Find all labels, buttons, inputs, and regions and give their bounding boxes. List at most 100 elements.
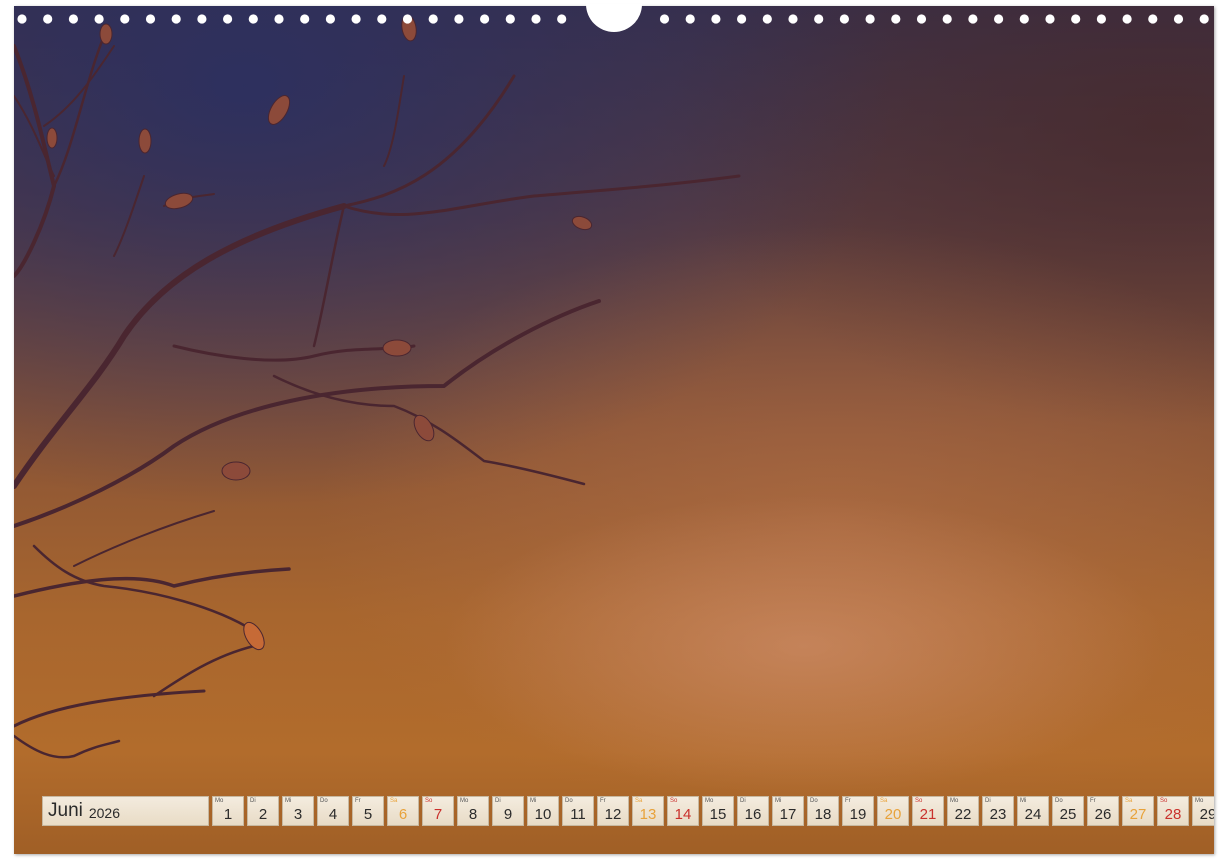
calendar-day-cell: Mi 10 — [527, 796, 559, 826]
calendar-day-cell: Mo 15 — [702, 796, 734, 826]
calendar-day-cell: So 28 — [1157, 796, 1189, 826]
day-number: 2 — [258, 806, 268, 823]
binding-hole-icon — [1148, 14, 1158, 24]
day-number: 7 — [433, 806, 443, 823]
day-cells: Mo 1 Di 2 Mi 3 Do 4 Fr 5 Sa 6 So 7 Mo 8 Di 9 Mi 10 Do 11 Fr 12 S… — [212, 796, 1214, 826]
weekday-label: Fr — [1090, 798, 1096, 804]
day-number: 6 — [398, 806, 408, 823]
binding-hole-icon — [171, 14, 181, 24]
calendar-day-cell: Mi 24 — [1017, 796, 1049, 826]
day-number: 8 — [468, 806, 478, 823]
day-number: 18 — [814, 806, 832, 823]
weekday-label: Mo — [460, 798, 469, 804]
binding-hole-icon — [248, 14, 258, 24]
binding-hole-icon — [891, 14, 901, 24]
day-number: 28 — [1164, 806, 1182, 823]
binding-hole-icon — [505, 14, 515, 24]
binding-hole-icon — [43, 14, 53, 24]
binding-hole-icon — [968, 14, 978, 24]
weekday-label: Mi — [530, 798, 537, 804]
weekday-label: Mo — [950, 798, 959, 804]
calendar-day-cell: Mi 17 — [772, 796, 804, 826]
binding-hole-icon — [814, 14, 824, 24]
day-number: 16 — [744, 806, 762, 823]
binding-hole-icon — [377, 14, 387, 24]
binding-hole-icon — [402, 14, 413, 24]
weekday-label: So — [915, 798, 923, 804]
calendar-day-cell: Sa 27 — [1122, 796, 1154, 826]
binding-hole-icon — [659, 14, 670, 24]
calendar-day-cell: Sa 6 — [387, 796, 419, 826]
calendar-day-cell: Fr 12 — [597, 796, 629, 826]
weekday-label: Di — [250, 798, 256, 804]
day-number: 10 — [534, 806, 552, 823]
binding-hole-icon — [1096, 14, 1106, 24]
day-number: 27 — [1129, 806, 1147, 823]
weekday-label: Sa — [1125, 798, 1133, 804]
day-number: 1 — [223, 806, 233, 823]
calendar-day-cell: Di 16 — [737, 796, 769, 826]
day-number: 11 — [570, 806, 586, 823]
binding-hole-icon — [685, 14, 695, 24]
day-number: 29 — [1199, 806, 1214, 823]
weekday-label: Mo — [215, 798, 224, 804]
day-number: 26 — [1094, 806, 1112, 823]
weekday-label: So — [670, 798, 678, 804]
binding-hole-icon — [737, 14, 747, 24]
weekday-label: Sa — [390, 798, 398, 804]
binding-hole-icon — [120, 14, 130, 24]
day-number: 14 — [674, 806, 692, 823]
binding-hole-icon — [274, 14, 284, 24]
binding-hole-icon — [531, 14, 541, 24]
hanger-notch-icon — [586, 4, 642, 32]
calendar-day-cell: Fr 26 — [1087, 796, 1119, 826]
weekday-label: Mi — [1020, 798, 1027, 804]
day-number: 21 — [919, 806, 937, 823]
calendar-day-cell: Mo 8 — [457, 796, 489, 826]
month-label-box: Juni 2026 — [42, 796, 209, 826]
month-calendar-strip: Juni 2026 Mo 1 Di 2 Mi 3 Do 4 Fr 5 Sa 6 So 7 Mo 8 Di 9 Mi 1… — [42, 796, 1214, 826]
calendar-day-cell: Do 25 — [1052, 796, 1084, 826]
calendar-day-cell: Sa 20 — [877, 796, 909, 826]
day-number: 5 — [363, 806, 373, 823]
binding-hole-icon — [942, 14, 952, 24]
weekday-label: Di — [985, 798, 991, 804]
binding-hole-icon — [145, 14, 156, 24]
weekday-label: Fr — [355, 798, 361, 804]
month-year: 2026 — [88, 804, 121, 821]
day-number: 20 — [884, 806, 902, 823]
month-name: Juni — [48, 800, 83, 821]
calendar-day-cell: Di 9 — [492, 796, 524, 826]
day-number: 23 — [989, 806, 1007, 823]
calendar-day-cell: Fr 5 — [352, 796, 384, 826]
binding-hole-icon — [788, 14, 798, 24]
binding-hole-icon — [480, 14, 490, 24]
binding-hole-icon — [1122, 14, 1132, 24]
calendar-day-cell: So 14 — [667, 796, 699, 826]
calendar-day-cell: Do 4 — [317, 796, 349, 826]
day-number: 12 — [604, 806, 622, 823]
calendar-day-cell: Fr 19 — [842, 796, 874, 826]
weekday-label: Di — [740, 798, 746, 804]
binding-hole-icon — [428, 14, 438, 24]
weekday-label: Sa — [880, 798, 888, 804]
weekday-label: Do — [320, 798, 328, 804]
day-number: 19 — [849, 806, 867, 823]
weekday-label: Fr — [600, 798, 606, 804]
weekday-label: Do — [810, 798, 818, 804]
calendar-day-cell: Mo 29 — [1192, 796, 1214, 826]
day-number: 25 — [1059, 806, 1077, 823]
weekday-label: Mi — [775, 798, 782, 804]
calendar-day-cell: Mi 3 — [282, 796, 314, 826]
binding-hole-icon — [1071, 14, 1081, 24]
binding-hole-icon — [68, 14, 78, 24]
binding-hole-icon — [197, 14, 207, 24]
day-number: 22 — [954, 806, 972, 823]
binding-hole-icon — [17, 14, 27, 24]
calendar-day-cell: Mo 22 — [947, 796, 979, 826]
calendar-day-cell: Di 2 — [247, 796, 279, 826]
weekday-label: Sa — [635, 798, 643, 804]
day-number: 13 — [639, 806, 657, 823]
binding-hole-icon — [325, 14, 335, 24]
binding-hole-icon — [994, 14, 1004, 24]
